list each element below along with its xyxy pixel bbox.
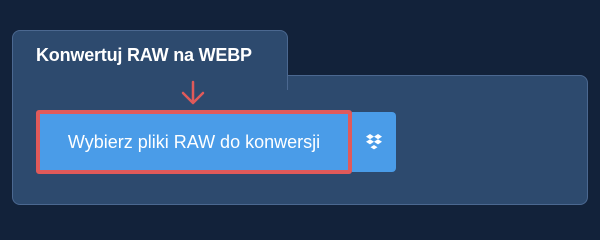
dropbox-icon: [366, 134, 382, 150]
dropbox-button[interactable]: [352, 112, 396, 172]
choose-raw-files-label: Wybierz pliki RAW do konwersji: [67, 131, 321, 152]
converter-tab: Konwertuj RAW na WEBP: [12, 30, 288, 90]
converter-widget: Konwertuj RAW na WEBP Wybierz pliki RAW …: [0, 0, 600, 230]
converter-title: Konwertuj RAW na WEBP: [36, 45, 252, 65]
choose-raw-files-button[interactable]: Wybierz pliki RAW do konwersji: [36, 110, 352, 174]
arrow-down-icon: [181, 80, 205, 105]
